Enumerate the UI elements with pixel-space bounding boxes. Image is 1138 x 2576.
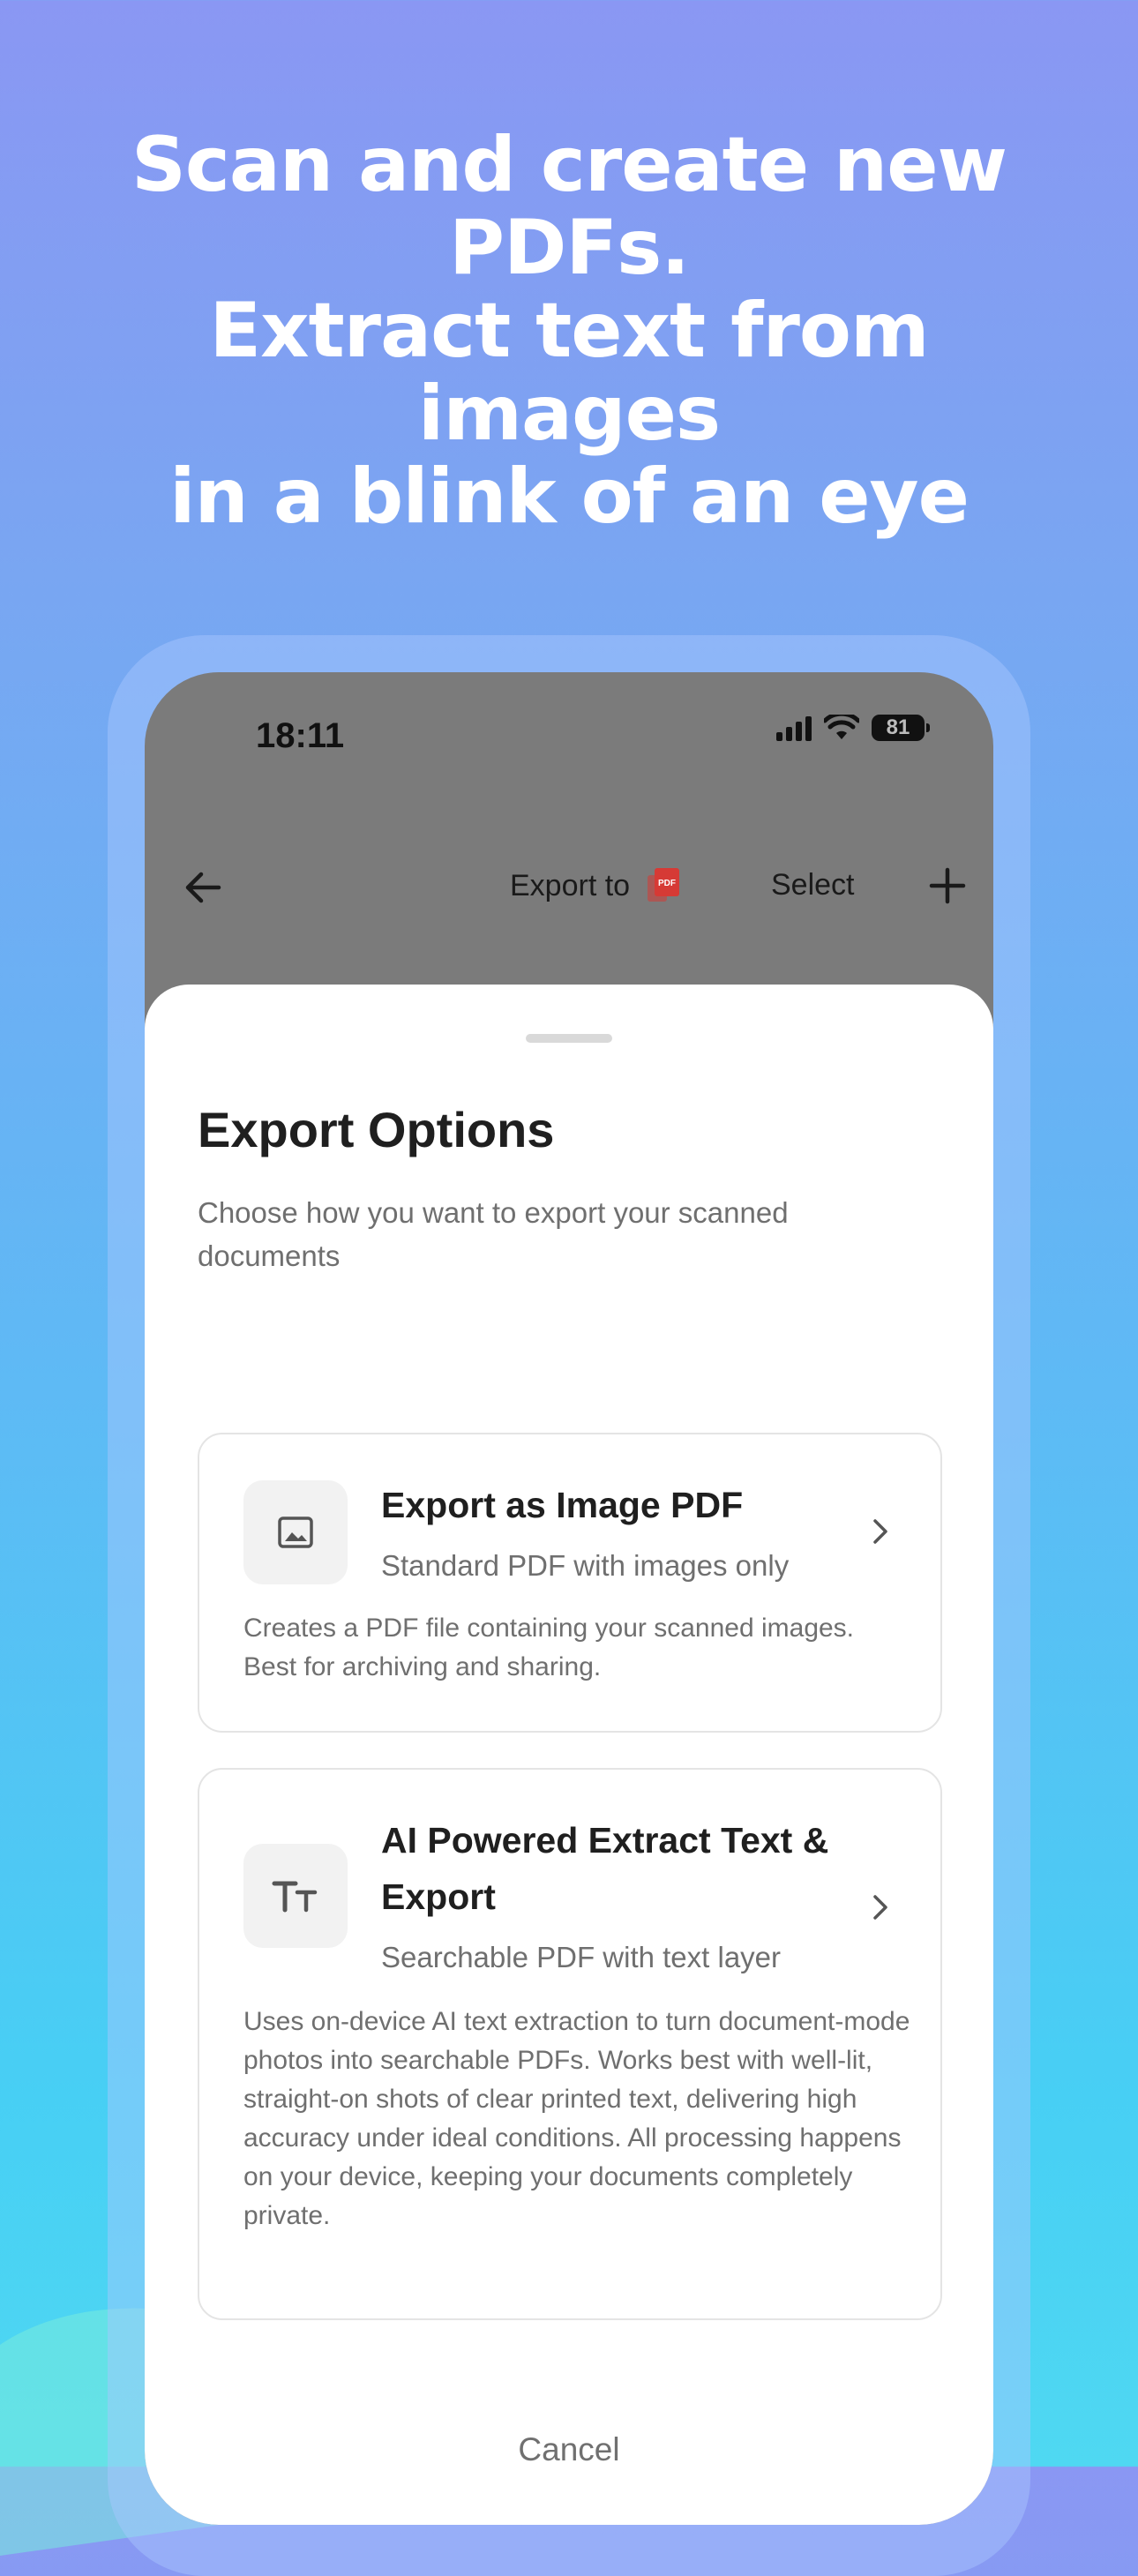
back-arrow-icon[interactable] [176, 861, 229, 914]
sheet-subtitle: Choose how you want to export your scann… [198, 1196, 789, 1272]
sheet-drag-handle[interactable] [526, 1034, 612, 1043]
option-description: Uses on-device AI text extraction to tur… [243, 2007, 910, 2230]
option-description: Creates a PDF file containing your scann… [243, 1614, 855, 1681]
option-subtitle: Searchable PDF with text layer [381, 1941, 782, 1973]
headline-line-2: PDFs. [448, 204, 690, 292]
export-options-sheet: Export Options Choose how you want to ex… [145, 985, 993, 2525]
select-button[interactable]: Select [771, 868, 855, 902]
phone-screen: 18:11 81 Export to PDF Select Export Opt… [145, 672, 993, 2525]
cancel-button[interactable]: Cancel [145, 2431, 993, 2468]
sheet-title: Export Options [198, 1102, 555, 1157]
cellular-signal-icon [776, 715, 812, 741]
pdf-icon-text: PDF [658, 879, 676, 888]
option-title: AI Powered Extract Text & Export [381, 1820, 829, 1917]
export-image-pdf-option[interactable]: Export as Image PDF Standard PDF with im… [198, 1433, 942, 1733]
status-icons: 81 [776, 715, 930, 741]
option-subtitle: Standard PDF with images only [381, 1549, 790, 1582]
chevron-right-icon [873, 1895, 887, 1920]
add-icon[interactable] [921, 859, 974, 912]
pdf-icon: PDF [648, 868, 680, 902]
headline-line-1: Scan and create new [131, 121, 1007, 209]
option-title: Export as Image PDF [381, 1485, 744, 1525]
status-time: 18:11 [256, 716, 345, 755]
battery-icon: 81 [872, 715, 930, 741]
top-toolbar: Export to PDF Select [145, 849, 993, 919]
export-to-label: Export to [510, 868, 631, 902]
ai-extract-text-option[interactable]: AI Powered Extract Text & Export Searcha… [198, 1768, 942, 2320]
chevron-right-icon [873, 1519, 887, 1544]
text-size-icon [243, 1844, 348, 1948]
promo-headline: Scan and create new PDFs. Extract text f… [53, 124, 1085, 538]
export-to-button[interactable]: Export to PDF [510, 868, 680, 903]
wifi-icon [824, 715, 859, 739]
headline-line-4: in a blink of an eye [169, 453, 970, 541]
headline-line-3: Extract text from images [209, 287, 929, 458]
image-icon [243, 1480, 348, 1584]
